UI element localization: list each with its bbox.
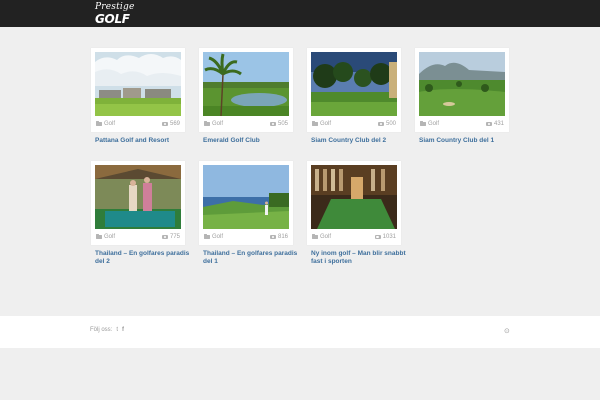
gallery-card[interactable]: Golf 431	[415, 48, 509, 132]
card-title-link[interactable]: Siam Country Club del 1	[419, 137, 519, 145]
gallery-thumbnail[interactable]	[311, 165, 397, 229]
card-meta: Golf 569	[95, 116, 181, 132]
gallery-grid: Golf 569 Pattana Golf and Resort Golf 50…	[0, 0, 600, 300]
camera-icon	[374, 234, 381, 240]
camera-icon	[485, 121, 492, 127]
folder-icon	[312, 121, 318, 126]
card-meta: Golf 775	[95, 229, 181, 245]
card-title-link[interactable]: Thailand – En golfares paradis del 2	[95, 250, 195, 266]
card-meta: Golf 500	[311, 116, 397, 132]
card-category[interactable]: Golf	[312, 121, 331, 127]
gallery-thumbnail[interactable]	[203, 165, 289, 229]
card-title-link[interactable]: Pattana Golf and Resort	[95, 137, 195, 145]
social-follow: Följ oss: t f	[90, 327, 124, 333]
card-category[interactable]: Golf	[312, 234, 331, 240]
gallery-thumbnail[interactable]	[311, 52, 397, 116]
folder-icon	[96, 234, 102, 239]
camera-icon	[377, 121, 384, 127]
card-photo-count: 500	[377, 121, 396, 127]
twitter-icon[interactable]: t	[116, 327, 118, 333]
camera-icon	[161, 234, 168, 240]
gallery-card[interactable]: Golf 775	[91, 161, 185, 245]
gallery-card[interactable]: Golf 569	[91, 48, 185, 132]
camera-icon	[269, 121, 276, 127]
card-photo-count: 569	[161, 121, 180, 127]
card-title-link[interactable]: Ny inom golf – Man blir snabbt fast i sp…	[311, 250, 411, 266]
card-meta: Golf 505	[203, 116, 289, 132]
back-to-top-icon[interactable]: ⊙	[504, 327, 510, 335]
folder-icon	[96, 121, 102, 126]
gallery-thumbnail[interactable]	[95, 165, 181, 229]
card-title-link[interactable]: Siam Country Club del 2	[311, 137, 411, 145]
card-title-link[interactable]: Thailand – En golfares paradis del 1	[203, 250, 303, 266]
gallery-card[interactable]: Golf 505	[199, 48, 293, 132]
card-photo-count: 1031	[374, 234, 396, 240]
camera-icon	[161, 121, 168, 127]
card-meta: Golf 431	[419, 116, 505, 132]
folder-icon	[312, 234, 318, 239]
facebook-icon[interactable]: f	[122, 327, 124, 333]
gallery-card[interactable]: Golf 1031	[307, 161, 401, 245]
gallery-thumbnail[interactable]	[419, 52, 505, 116]
site-footer: Följ oss: t f ⊙	[0, 316, 600, 348]
card-category[interactable]: Golf	[96, 121, 115, 127]
card-photo-count: 775	[161, 234, 180, 240]
card-title-link[interactable]: Emerald Golf Club	[203, 137, 303, 145]
card-photo-count: 816	[269, 234, 288, 240]
folder-icon	[204, 121, 210, 126]
gallery-card[interactable]: Golf 816	[199, 161, 293, 245]
card-photo-count: 505	[269, 121, 288, 127]
gallery-card[interactable]: Golf 500	[307, 48, 401, 132]
follow-label: Följ oss:	[90, 327, 113, 333]
card-category[interactable]: Golf	[204, 234, 223, 240]
folder-icon	[204, 234, 210, 239]
folder-icon	[420, 121, 426, 126]
card-category[interactable]: Golf	[96, 234, 115, 240]
card-meta: Golf 816	[203, 229, 289, 245]
camera-icon	[269, 234, 276, 240]
card-meta: Golf 1031	[311, 229, 397, 245]
card-category[interactable]: Golf	[204, 121, 223, 127]
gallery-thumbnail[interactable]	[203, 52, 289, 116]
card-photo-count: 431	[485, 121, 504, 127]
card-category[interactable]: Golf	[420, 121, 439, 127]
gallery-thumbnail[interactable]	[95, 52, 181, 116]
